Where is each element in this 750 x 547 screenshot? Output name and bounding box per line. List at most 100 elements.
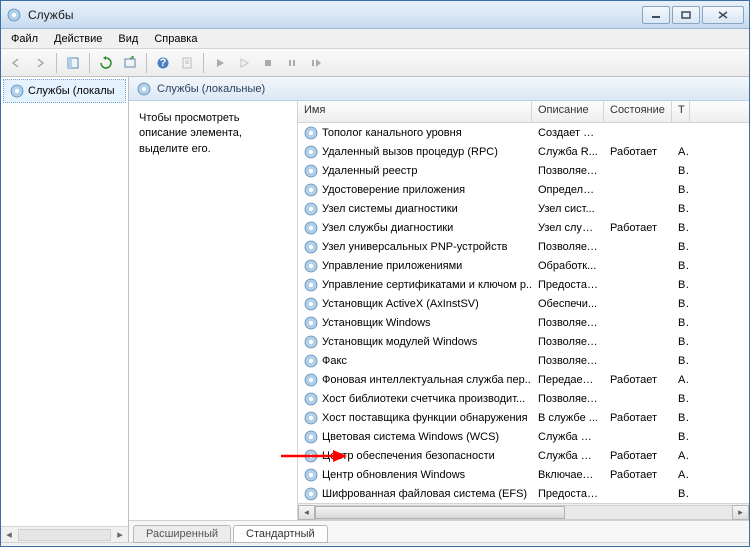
service-state-cell: Работает: [604, 374, 672, 386]
menu-file[interactable]: Файл: [3, 31, 46, 47]
service-type-cell: В: [672, 222, 690, 234]
menu-action[interactable]: Действие: [46, 31, 110, 47]
service-row[interactable]: Установщик модулей WindowsПозволяет...В: [298, 332, 749, 351]
service-desc-cell: Позволяет...: [532, 165, 604, 177]
service-name-cell: Управление приложениями: [298, 259, 532, 273]
service-type-cell: В: [672, 260, 690, 272]
service-name-cell: Узел службы диагностики: [298, 221, 532, 235]
service-desc-cell: Создает ка...: [532, 127, 604, 139]
service-state-cell: Работает: [604, 222, 672, 234]
tab-extended[interactable]: Расширенный: [133, 525, 231, 543]
service-row[interactable]: Центр обновления WindowsВключает ...Рабо…: [298, 465, 749, 484]
tree-root-label: Службы (локалы: [28, 85, 115, 97]
service-row[interactable]: Управление сертификатами и ключом р...Пр…: [298, 275, 749, 294]
service-row[interactable]: Узел системы диагностикиУзел сист...В: [298, 199, 749, 218]
service-name-cell: Факс: [298, 354, 532, 368]
service-desc-cell: Предостав...: [532, 488, 604, 500]
service-row[interactable]: Установщик ActiveX (AxInstSV)Обеспечи...…: [298, 294, 749, 313]
hscroll-track[interactable]: [315, 505, 732, 520]
service-type-cell: А: [672, 469, 690, 481]
service-desc-cell: Предостав...: [532, 279, 604, 291]
service-row[interactable]: Удаленный вызов процедур (RPC)Служба R..…: [298, 142, 749, 161]
content-area: Службы (локалы ◂ ▸ Службы (локальные) Чт…: [1, 77, 749, 542]
services-window: Службы Файл Действие Вид Справка ?: [0, 0, 750, 547]
service-row[interactable]: Тополог канального уровняСоздает ка...: [298, 123, 749, 142]
service-name-cell: Центр обеспечения безопасности: [298, 449, 532, 463]
help-button[interactable]: ?: [152, 52, 174, 74]
service-name-cell: Удаленный реестр: [298, 164, 532, 178]
service-row[interactable]: Узел службы диагностикиУзел служ...Работ…: [298, 218, 749, 237]
service-row[interactable]: Шифрованная файловая система (EFS)Предос…: [298, 484, 749, 503]
service-desc-cell: Служба W...: [532, 450, 604, 462]
service-desc-cell: Определя...: [532, 184, 604, 196]
properties-button[interactable]: [176, 52, 198, 74]
tree-pane: Службы (локалы ◂ ▸: [1, 77, 129, 542]
service-type-cell: В: [672, 412, 690, 424]
service-name-cell: Шифрованная файловая система (EFS): [298, 487, 532, 501]
service-state-cell: Работает: [604, 469, 672, 481]
list-hscroll[interactable]: ◂ ▸: [298, 503, 749, 520]
toolbar: ?: [1, 49, 749, 77]
export-button[interactable]: [119, 52, 141, 74]
service-type-cell: В: [672, 488, 690, 500]
service-row[interactable]: Установщик WindowsПозволяет...В: [298, 313, 749, 332]
tree-hscroll[interactable]: ◂ ▸: [1, 526, 128, 542]
titlebar[interactable]: Службы: [1, 1, 749, 29]
service-row[interactable]: Узел универсальных PNP-устройствПозволяе…: [298, 237, 749, 256]
service-name-cell: Установщик Windows: [298, 316, 532, 330]
view-tabs: Расширенный Стандартный: [129, 520, 749, 542]
close-button[interactable]: [702, 6, 744, 24]
stop-button[interactable]: [257, 52, 279, 74]
scroll-left-icon[interactable]: ◂: [1, 528, 17, 541]
service-desc-cell: Служба R...: [532, 146, 604, 158]
col-type[interactable]: Т: [672, 101, 690, 122]
hscroll-thumb[interactable]: [315, 506, 565, 519]
forward-button[interactable]: [29, 52, 51, 74]
hscroll-right-icon[interactable]: ▸: [732, 505, 749, 520]
menu-view[interactable]: Вид: [110, 31, 146, 47]
service-type-cell: В: [672, 355, 690, 367]
service-row[interactable]: Цветовая система Windows (WCS)Служба W..…: [298, 427, 749, 446]
service-name-cell: Центр обновления Windows: [298, 468, 532, 482]
col-state[interactable]: Состояние: [604, 101, 672, 122]
service-name-cell: Тополог канального уровня: [298, 126, 532, 140]
show-hide-tree-button[interactable]: [62, 52, 84, 74]
hscroll-left-icon[interactable]: ◂: [298, 505, 315, 520]
menu-help[interactable]: Справка: [146, 31, 205, 47]
service-row[interactable]: ФаксПозволяет...В: [298, 351, 749, 370]
service-row[interactable]: Хост библиотеки счетчика производит...По…: [298, 389, 749, 408]
menubar: Файл Действие Вид Справка: [1, 29, 749, 49]
service-desc-cell: Позволяет...: [532, 241, 604, 253]
service-row[interactable]: Удаленный реестрПозволяет...В: [298, 161, 749, 180]
service-row[interactable]: Центр обеспечения безопасностиСлужба W..…: [298, 446, 749, 465]
service-type-cell: В: [672, 298, 690, 310]
refresh-button[interactable]: [95, 52, 117, 74]
scroll-track[interactable]: [18, 529, 111, 541]
start-alt-button[interactable]: [233, 52, 255, 74]
back-button[interactable]: [5, 52, 27, 74]
restart-button[interactable]: [305, 52, 327, 74]
minimize-button[interactable]: [642, 6, 670, 24]
service-row[interactable]: Фоновая интеллектуальная служба пер...Пе…: [298, 370, 749, 389]
scroll-right-icon[interactable]: ▸: [112, 528, 128, 541]
service-name-cell: Цветовая система Windows (WCS): [298, 430, 532, 444]
col-name[interactable]: Имя: [298, 101, 532, 122]
col-description[interactable]: Описание: [532, 101, 604, 122]
pause-button[interactable]: [281, 52, 303, 74]
service-name-cell: Управление сертификатами и ключом р...: [298, 278, 532, 292]
services-list: Имя Описание Состояние Т Тополог канальн…: [297, 101, 749, 520]
pane-header-title: Службы (локальные): [157, 83, 265, 95]
tab-standard[interactable]: Стандартный: [233, 525, 328, 543]
service-row[interactable]: Удостоверение приложенияОпределя...В: [298, 180, 749, 199]
maximize-button[interactable]: [672, 6, 700, 24]
service-name-cell: Установщик ActiveX (AxInstSV): [298, 297, 532, 311]
tree-root-services[interactable]: Службы (локалы: [3, 79, 126, 103]
service-row[interactable]: Хост поставщика функции обнаруженияВ слу…: [298, 408, 749, 427]
service-type-cell: В: [672, 184, 690, 196]
service-row[interactable]: Управление приложениямиОбработк...В: [298, 256, 749, 275]
service-desc-cell: Служба W...: [532, 431, 604, 443]
details-pane: Службы (локальные) Чтобы просмотреть опи…: [129, 77, 749, 542]
service-name-cell: Хост поставщика функции обнаружения: [298, 411, 532, 425]
start-button[interactable]: [209, 52, 231, 74]
statusbar: [1, 542, 749, 546]
